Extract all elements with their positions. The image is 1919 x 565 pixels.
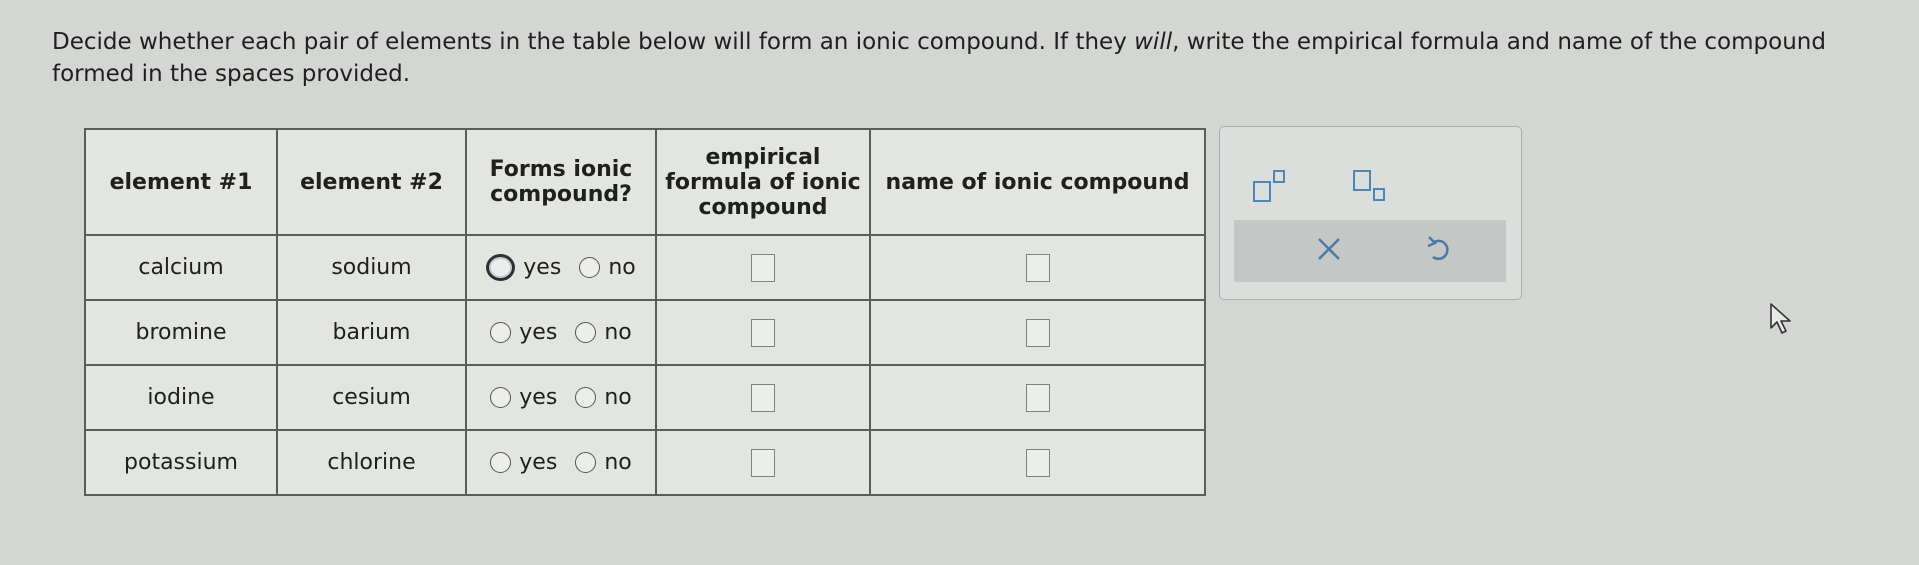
instructions-emphasis: will xyxy=(1134,29,1173,55)
formula-input[interactable] xyxy=(751,253,775,282)
x-icon[interactable] xyxy=(1312,232,1346,266)
radio-group: yes no xyxy=(467,320,655,345)
name-cell xyxy=(869,299,1206,366)
radio-group: yes no xyxy=(467,385,655,410)
ionic-compound-table: element #1 element #2 Forms ionic compou… xyxy=(84,128,1206,496)
yes-radio[interactable] xyxy=(490,387,512,408)
table-header-row: element #1 element #2 Forms ionic compou… xyxy=(84,128,1206,236)
no-radio-option[interactable]: no xyxy=(575,385,632,410)
radio-group: yes no xyxy=(467,254,655,281)
yes-radio[interactable] xyxy=(490,452,512,473)
yes-radio[interactable] xyxy=(490,322,512,343)
no-radio[interactable] xyxy=(575,452,597,473)
instructions-text: Decide whether each pair of elements in … xyxy=(52,29,1135,55)
yes-label: yes xyxy=(523,255,562,280)
no-label: no xyxy=(604,450,632,475)
no-label: no xyxy=(608,255,636,280)
yes-label: yes xyxy=(519,385,558,410)
formula-input[interactable] xyxy=(751,448,775,477)
header-name: name of ionic compound xyxy=(869,128,1206,236)
formula-cell xyxy=(655,364,871,431)
header-formula: empirical formula of ionic compound xyxy=(655,128,871,236)
superscript-icon[interactable] xyxy=(1252,169,1292,203)
formula-input[interactable] xyxy=(751,383,775,412)
no-label: no xyxy=(604,320,632,345)
name-input[interactable] xyxy=(1025,253,1050,282)
header-forms-ionic: Forms ionic compound? xyxy=(465,128,657,236)
table-row: calcium sodium yes no xyxy=(84,234,1206,301)
forms-ionic-cell: yes no xyxy=(465,364,657,431)
no-radio-option[interactable]: no xyxy=(579,255,636,280)
element1-cell: potassium xyxy=(84,429,278,496)
mouse-pointer-icon xyxy=(1768,302,1798,336)
no-radio[interactable] xyxy=(575,387,597,408)
yes-radio-option[interactable]: yes xyxy=(486,254,561,281)
no-radio-option[interactable]: no xyxy=(575,450,632,475)
name-cell xyxy=(869,364,1206,431)
element2-cell: cesium xyxy=(276,364,467,431)
action-tools-row xyxy=(1234,220,1506,282)
yes-radio-option[interactable]: yes xyxy=(490,320,557,345)
table-row: potassium chlorine yes no xyxy=(84,429,1206,496)
no-radio-option[interactable]: no xyxy=(575,320,632,345)
formula-cell xyxy=(655,299,871,366)
name-input[interactable] xyxy=(1025,318,1050,347)
element2-cell: chlorine xyxy=(276,429,467,496)
element1-cell: calcium xyxy=(84,234,278,301)
radio-group: yes no xyxy=(467,450,655,475)
header-element1: element #1 xyxy=(84,128,278,236)
yes-label: yes xyxy=(519,450,558,475)
undo-icon[interactable] xyxy=(1425,233,1455,265)
forms-ionic-cell: yes no xyxy=(465,234,657,301)
name-input[interactable] xyxy=(1025,448,1050,477)
name-cell xyxy=(869,429,1206,496)
no-label: no xyxy=(604,385,632,410)
yes-radio-option[interactable]: yes xyxy=(490,385,557,410)
header-element2: element #2 xyxy=(276,128,467,236)
element2-cell: barium xyxy=(276,299,467,366)
yes-radio-option[interactable]: yes xyxy=(490,450,557,475)
formula-cell xyxy=(655,234,871,301)
name-input[interactable] xyxy=(1025,383,1050,412)
no-radio[interactable] xyxy=(575,322,597,343)
table-row: iodine cesium yes no xyxy=(84,364,1206,431)
format-tools-row xyxy=(1220,127,1521,221)
instructions: Decide whether each pair of elements in … xyxy=(52,26,1912,90)
forms-ionic-cell: yes no xyxy=(465,429,657,496)
name-cell xyxy=(869,234,1206,301)
table-row: bromine barium yes no xyxy=(84,299,1206,366)
element2-cell: sodium xyxy=(276,234,467,301)
element1-cell: bromine xyxy=(84,299,278,366)
yes-label: yes xyxy=(519,320,558,345)
subscript-icon[interactable] xyxy=(1352,169,1392,203)
answer-toolbox xyxy=(1219,126,1522,300)
element1-cell: iodine xyxy=(84,364,278,431)
forms-ionic-cell: yes no xyxy=(465,299,657,366)
formula-cell xyxy=(655,429,871,496)
no-radio[interactable] xyxy=(579,257,601,278)
formula-input[interactable] xyxy=(751,318,775,347)
yes-radio[interactable] xyxy=(486,254,516,281)
